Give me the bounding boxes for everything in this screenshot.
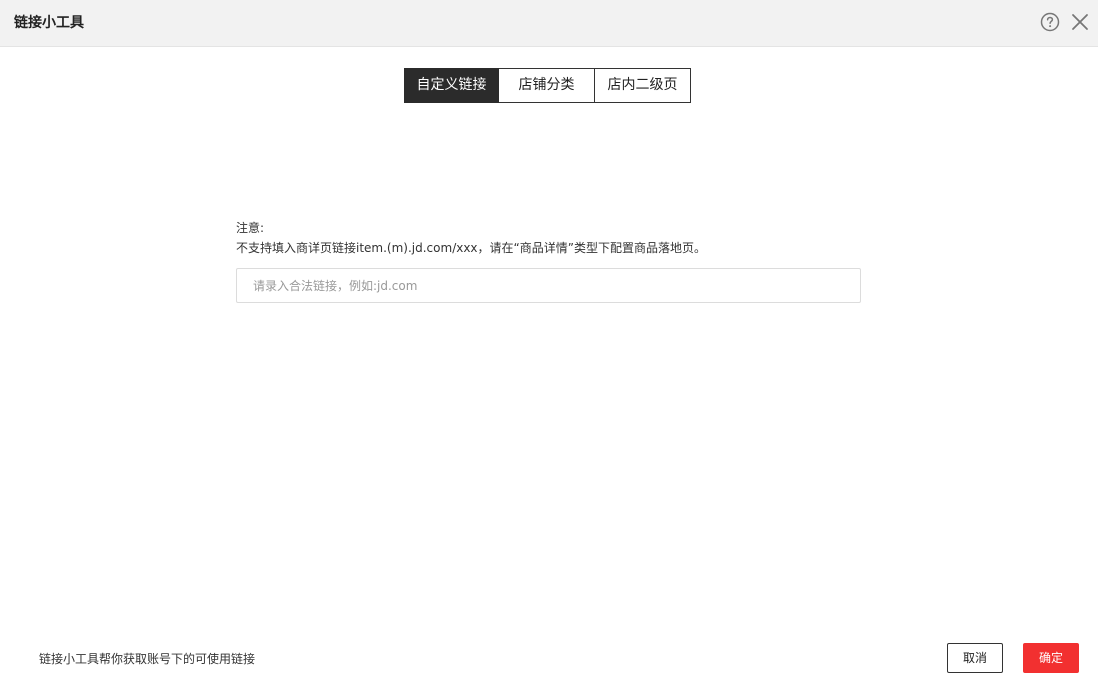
link-type-tabs: 自定义链接 店铺分类 店内二级页	[404, 68, 691, 103]
tab-shop-subpage[interactable]: 店内二级页	[595, 68, 691, 103]
cancel-button[interactable]: 取消	[947, 643, 1003, 673]
notice-title: 注意:	[236, 221, 265, 235]
dialog-header: 链接小工具	[0, 0, 1098, 47]
notice-text: 不支持填入商详页链接item.(m).jd.com/xxx，请在“商品详情”类型…	[236, 241, 706, 255]
help-circle-icon[interactable]	[1040, 12, 1060, 32]
link-tool-dialog: 链接小工具 自定义链接 店铺分类 店内二级页 注意: 不支持填入商详页链接ite…	[0, 0, 1098, 697]
link-input[interactable]	[236, 268, 861, 303]
footer-hint: 链接小工具帮你获取账号下的可使用链接	[39, 652, 256, 666]
dialog-title: 链接小工具	[14, 15, 84, 31]
close-icon[interactable]	[1070, 12, 1090, 32]
tab-custom-link[interactable]: 自定义链接	[404, 68, 499, 103]
confirm-button[interactable]: 确定	[1023, 643, 1079, 673]
tab-shop-category[interactable]: 店铺分类	[499, 68, 595, 103]
